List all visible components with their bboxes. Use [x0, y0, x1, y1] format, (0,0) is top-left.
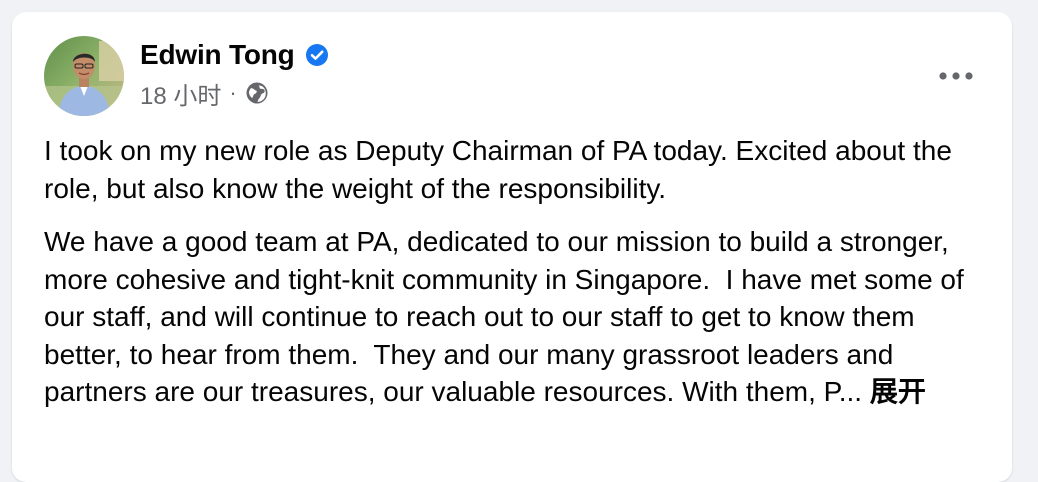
globe-icon[interactable] [245, 81, 269, 105]
post-paragraph-text: We have a good team at PA, dedicated to … [44, 226, 972, 407]
author-avatar[interactable] [44, 36, 124, 116]
more-options-button[interactable] [932, 52, 980, 100]
post-header: Edwin Tong 18 小时 · [44, 36, 980, 116]
meta-separator: · [229, 80, 237, 105]
post-body: I took on my new role as Deputy Chairman… [44, 132, 984, 427]
author-name[interactable]: Edwin Tong [140, 39, 295, 71]
author-name-row: Edwin Tong [140, 38, 329, 72]
more-horizontal-icon [939, 72, 973, 80]
post-timestamp[interactable]: 18 小时 [140, 76, 221, 111]
post-meta: 18 小时 · [140, 76, 269, 111]
avatar-photo [44, 36, 124, 116]
post-paragraph: I took on my new role as Deputy Chairman… [44, 135, 960, 204]
verified-badge-icon [305, 43, 329, 67]
post-paragraph-last: We have a good team at PA, dedicated to … [44, 223, 984, 411]
post-card: Edwin Tong 18 小时 · I took on my new role… [12, 12, 1012, 482]
see-more-link[interactable]: 展开 [870, 376, 926, 407]
